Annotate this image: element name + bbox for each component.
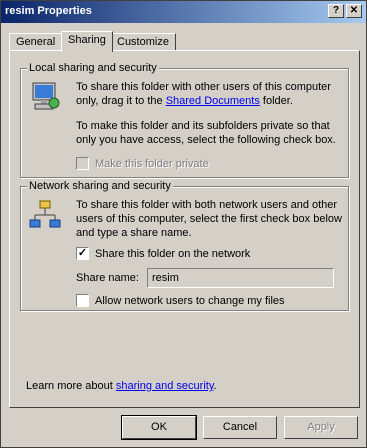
computer-icon — [29, 81, 61, 116]
network-sharing-group: Network sharing and security To share th… — [20, 180, 349, 311]
tab-sharing[interactable]: Sharing — [61, 31, 113, 52]
tab-general[interactable]: General — [9, 33, 63, 51]
local-text-part2: folder. — [259, 95, 293, 107]
ok-button[interactable]: OK — [121, 415, 197, 440]
learn-more-text: Learn more about sharing and security. — [26, 379, 217, 393]
properties-dialog: resim Properties ? ✕ General Sharing Cus… — [0, 0, 367, 448]
sharing-security-link[interactable]: sharing and security — [116, 380, 214, 392]
share-folder-label: Share this folder on the network — [95, 248, 251, 260]
help-button[interactable]: ? — [328, 4, 344, 18]
network-sharing-text: To share this folder with both network u… — [76, 199, 342, 239]
local-sharing-legend: Local sharing and security — [27, 62, 159, 74]
local-sharing-group: Local sharing and security To share this… — [20, 62, 349, 178]
tab-customize[interactable]: Customize — [110, 33, 176, 51]
share-name-input[interactable]: resim — [147, 268, 334, 288]
private-info-text: To make this folder and its subfolders p… — [76, 120, 336, 146]
window-title: resim Properties — [5, 5, 92, 17]
allow-change-label: Allow network users to change my files — [95, 295, 285, 307]
make-private-label: Make this folder private — [95, 158, 209, 170]
allow-change-checkbox[interactable] — [76, 294, 89, 307]
share-name-label: Share name: — [76, 272, 139, 284]
cancel-button[interactable]: Cancel — [203, 416, 277, 439]
sharing-panel: Local sharing and security To share this… — [9, 50, 360, 408]
learn-more-prefix: Learn more about — [26, 380, 116, 392]
shared-documents-link[interactable]: Shared Documents — [166, 95, 260, 107]
network-icon — [29, 199, 61, 234]
apply-button[interactable]: Apply — [284, 416, 358, 439]
close-button[interactable]: ✕ — [346, 4, 362, 18]
local-sharing-text: To share this folder with other users of… — [76, 80, 344, 108]
share-folder-checkbox[interactable]: ✓ — [76, 247, 89, 260]
make-private-checkbox[interactable] — [76, 157, 89, 170]
learn-more-suffix: . — [213, 380, 217, 392]
network-sharing-legend: Network sharing and security — [27, 180, 173, 192]
title-bar[interactable]: resim Properties ? ✕ — [1, 1, 366, 23]
